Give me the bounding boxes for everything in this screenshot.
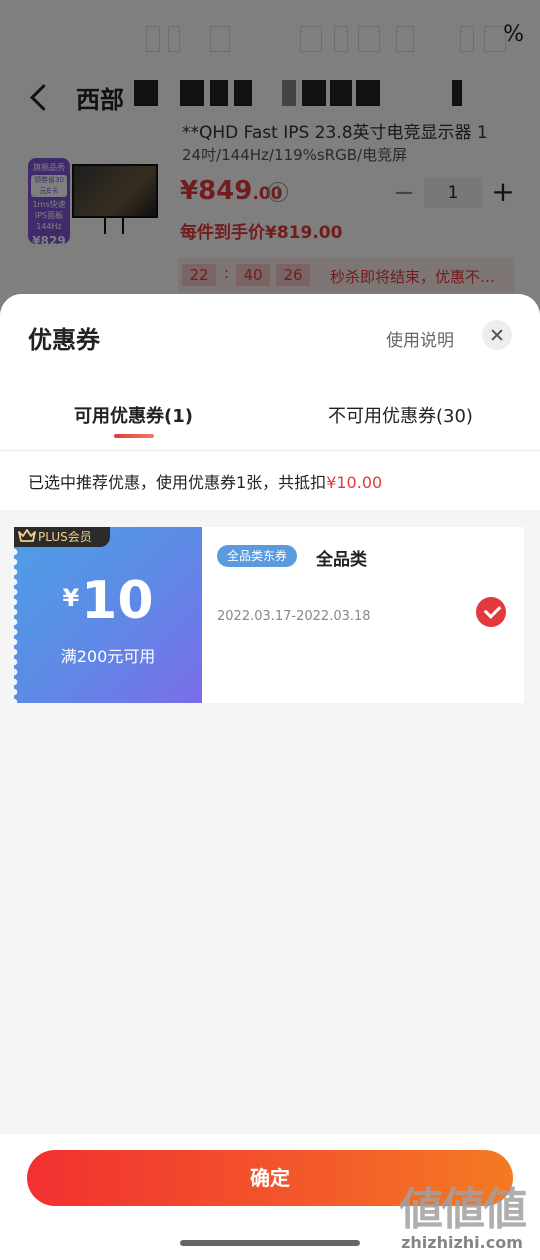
- coupon-currency: ¥: [62, 584, 80, 612]
- modal-backdrop[interactable]: [0, 0, 540, 320]
- coupon-amount: ¥10: [14, 571, 202, 631]
- plus-badge-label: PLUS会员: [38, 530, 92, 544]
- crown-icon: [18, 529, 36, 542]
- tab-unavailable-coupons[interactable]: 不可用优惠券(30): [328, 402, 473, 428]
- coupon-name: 全品类: [316, 550, 367, 570]
- watermark-url: zhizhizhi.com: [401, 1233, 523, 1252]
- coupon-value: 10: [81, 571, 154, 631]
- product-page-background: % 西部 **QHD Fast IPS 23.8英寸电竞显示器 1 24吋/14…: [0, 0, 540, 320]
- watermark: 値値値 zhizhizhi.com: [392, 1184, 532, 1253]
- check-icon[interactable]: [476, 597, 506, 627]
- coupon-validity: 2022.03.17-2022.03.18: [217, 609, 371, 624]
- coupon-card[interactable]: PLUS会员 ¥10 满200元可用 全品类东券 全品类 2022.03.17-…: [14, 527, 524, 703]
- plus-member-badge: PLUS会员: [14, 527, 110, 547]
- summary-text: 已选中推荐优惠，使用优惠券1张，共抵扣¥10.00: [28, 469, 382, 493]
- close-icon[interactable]: [482, 320, 512, 350]
- sheet-title: 优惠券: [28, 326, 100, 354]
- home-indicator[interactable]: [180, 1240, 360, 1246]
- sheet-header: 优惠券 使用说明 可用优惠券(1) 不可用优惠券(30): [0, 294, 540, 452]
- tab-available-coupons[interactable]: 可用优惠券(1): [74, 402, 193, 428]
- active-tab-indicator: [114, 434, 154, 438]
- summary-amount: ¥10.00: [326, 473, 383, 492]
- watermark-logo: 値値値: [399, 1184, 527, 1235]
- help-link[interactable]: 使用说明: [386, 326, 454, 351]
- coupon-condition: 满200元可用: [60, 647, 156, 666]
- coupon-value-panel: PLUS会员 ¥10 满200元可用: [14, 527, 202, 703]
- coupon-type-tag: 全品类东券: [217, 545, 298, 567]
- divider: [0, 450, 540, 451]
- summary-prefix: 已选中推荐优惠，使用优惠券1张，共抵扣: [28, 473, 327, 492]
- coupon-sheet: 优惠券 使用说明 可用优惠券(1) 不可用优惠券(30) 已选中推荐优惠，使用优…: [0, 294, 540, 1260]
- discount-summary: 已选中推荐优惠，使用优惠券1张，共抵扣¥10.00: [0, 452, 540, 510]
